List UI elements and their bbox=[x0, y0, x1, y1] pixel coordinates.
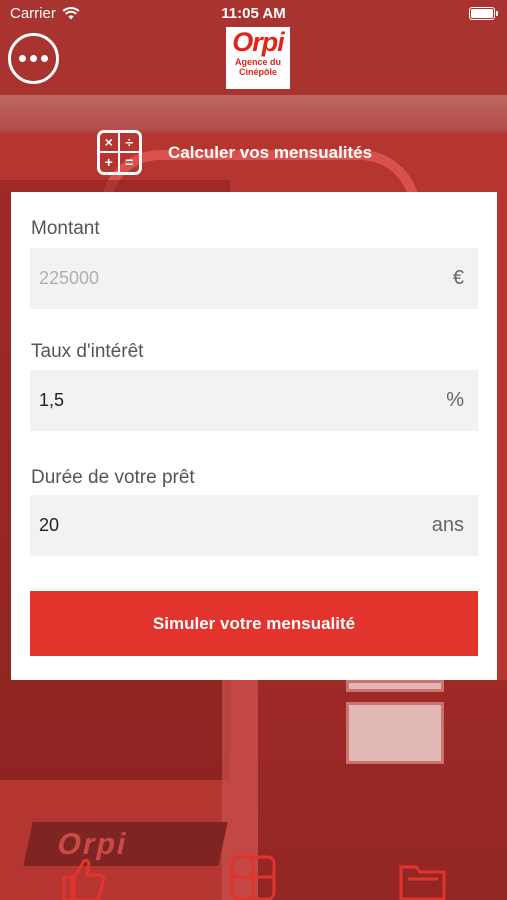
logo-brand: Orpi bbox=[232, 27, 285, 57]
dot-icon bbox=[19, 55, 26, 62]
logo-agency-line1: Agence du bbox=[234, 57, 281, 67]
page-title: Calculer vos mensualités bbox=[168, 142, 373, 162]
dot-icon bbox=[41, 55, 48, 62]
more-options-button[interactable] bbox=[8, 33, 59, 84]
status-bar: Carrier 11:05 AM bbox=[0, 0, 507, 28]
duration-value: 20 bbox=[39, 515, 60, 535]
battery-icon bbox=[469, 7, 498, 20]
background-facade bbox=[0, 95, 507, 133]
rate-value: 1,5 bbox=[39, 390, 65, 410]
rate-field[interactable]: 1,5 % bbox=[30, 370, 478, 431]
calculator-header: × ÷ + = Calculer vos mensualités bbox=[97, 130, 372, 175]
amount-placeholder: 225000 bbox=[39, 268, 100, 288]
background-doormat: Orpi bbox=[23, 822, 228, 866]
dot-icon bbox=[30, 55, 37, 62]
amount-field[interactable]: 225000 € bbox=[30, 248, 478, 309]
logo-agency-line2: Cinépôle bbox=[238, 67, 277, 77]
background-poster bbox=[346, 702, 444, 764]
amount-label: Montant bbox=[31, 218, 100, 239]
agency-logo: Orpi Agence du Cinépôle bbox=[226, 27, 290, 89]
rate-unit: % bbox=[446, 389, 464, 411]
loan-form-card: Montant 225000 € Taux d'intérêt 1,5 % Du… bbox=[11, 192, 497, 680]
calculator-icon: × ÷ + = bbox=[97, 130, 142, 175]
folder-icon[interactable] bbox=[398, 855, 448, 900]
rate-label: Taux d'intérêt bbox=[31, 341, 144, 362]
thumbs-up-icon[interactable] bbox=[58, 855, 108, 900]
duration-field[interactable]: 20 ans bbox=[30, 495, 478, 556]
duration-label: Durée de votre prêt bbox=[31, 467, 195, 488]
duration-unit: ans bbox=[431, 514, 464, 536]
background-poster bbox=[346, 680, 444, 692]
status-time: 11:05 AM bbox=[221, 5, 286, 22]
grid-icon[interactable] bbox=[228, 855, 278, 900]
simulate-button[interactable]: Simuler votre mensualité bbox=[30, 591, 478, 656]
amount-unit: € bbox=[452, 267, 464, 289]
